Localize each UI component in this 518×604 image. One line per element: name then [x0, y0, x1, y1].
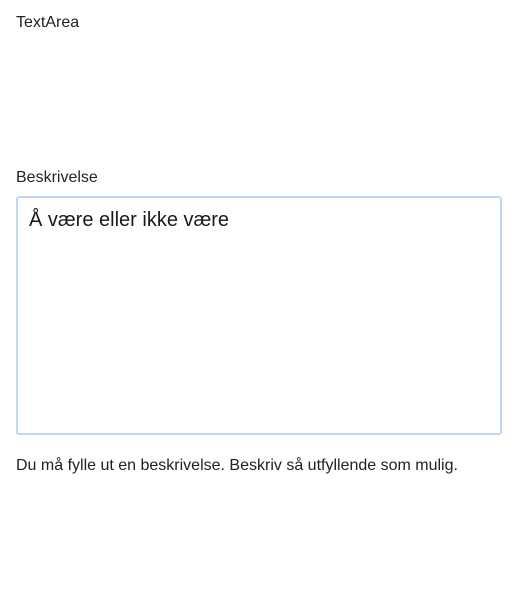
description-textarea[interactable]: Å være eller ikke være [16, 196, 502, 435]
description-label: Beskrivelse [16, 169, 98, 186]
description-field: Beskrivelse Å være eller ikke være Du må… [16, 168, 502, 476]
description-help-text: Du må fylle ut en beskrivelse. Beskriv s… [16, 457, 458, 474]
page-title: TextArea [16, 14, 80, 31]
